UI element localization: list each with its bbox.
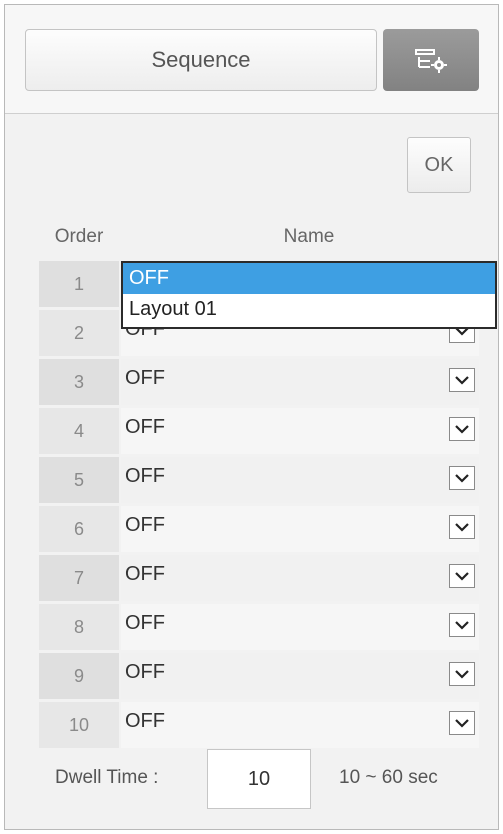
column-header-order: Order xyxy=(54,226,104,247)
chevron-down-icon[interactable] xyxy=(449,662,475,686)
name-select[interactable]: OFF xyxy=(121,359,479,405)
chevron-down-icon[interactable] xyxy=(449,564,475,588)
chevron-down-icon[interactable] xyxy=(449,613,475,637)
name-value: OFF xyxy=(125,563,165,585)
chevron-down-icon[interactable] xyxy=(449,515,475,539)
table-row: 10 OFF xyxy=(39,702,479,748)
order-cell: 2 xyxy=(39,310,119,356)
order-cell: 7 xyxy=(39,555,119,601)
dwell-time-input[interactable] xyxy=(207,749,311,809)
name-select[interactable]: OFF xyxy=(121,702,479,748)
dwell-time-label: Dwell Time : xyxy=(55,767,159,788)
order-cell: 5 xyxy=(39,457,119,503)
name-value: OFF xyxy=(125,612,165,634)
name-value: OFF xyxy=(125,514,165,536)
name-value: OFF xyxy=(125,465,165,487)
table-row: 6 OFF xyxy=(39,506,479,552)
panel-header: Sequence xyxy=(5,5,498,114)
name-value: OFF xyxy=(125,661,165,683)
table-row: 9 OFF xyxy=(39,653,479,699)
order-cell: 4 xyxy=(39,408,119,454)
name-select[interactable]: OFF xyxy=(121,506,479,552)
sequence-panel: Sequence OK Order Name 1OFF2OFF3OFF4OFF5… xyxy=(4,4,499,830)
name-select[interactable]: OFF xyxy=(121,408,479,454)
layout-settings-icon xyxy=(415,49,447,73)
order-cell: 9 xyxy=(39,653,119,699)
dwell-time-range: 10 ~ 60 sec xyxy=(339,767,438,788)
sequence-tab-button[interactable]: Sequence xyxy=(25,29,377,91)
chevron-down-icon[interactable] xyxy=(449,466,475,490)
table-row: 8 OFF xyxy=(39,604,479,650)
name-dropdown-list[interactable]: OFF Layout 01 xyxy=(121,261,497,329)
settings-button[interactable] xyxy=(383,29,479,91)
chevron-down-icon[interactable] xyxy=(449,417,475,441)
column-header-name: Name xyxy=(283,226,335,247)
chevron-down-icon[interactable] xyxy=(449,711,475,735)
order-cell: 10 xyxy=(39,702,119,748)
name-select[interactable]: OFF xyxy=(121,555,479,601)
table-row: 4 OFF xyxy=(39,408,479,454)
name-value: OFF xyxy=(125,416,165,438)
name-select[interactable]: OFF xyxy=(121,653,479,699)
ok-button[interactable]: OK xyxy=(407,137,471,193)
order-cell: 6 xyxy=(39,506,119,552)
dropdown-option-off[interactable]: OFF xyxy=(123,263,495,294)
order-cell: 8 xyxy=(39,604,119,650)
name-select[interactable]: OFF xyxy=(121,604,479,650)
dropdown-option-layout-01[interactable]: Layout 01 xyxy=(123,294,495,325)
name-value: OFF xyxy=(125,710,165,732)
order-cell: 1 xyxy=(39,261,119,307)
table-row: 7 OFF xyxy=(39,555,479,601)
table-row: 3 OFF xyxy=(39,359,479,405)
table-row: 5 OFF xyxy=(39,457,479,503)
name-value: OFF xyxy=(125,367,165,389)
order-cell: 3 xyxy=(39,359,119,405)
name-select[interactable]: OFF xyxy=(121,457,479,503)
chevron-down-icon[interactable] xyxy=(449,368,475,392)
